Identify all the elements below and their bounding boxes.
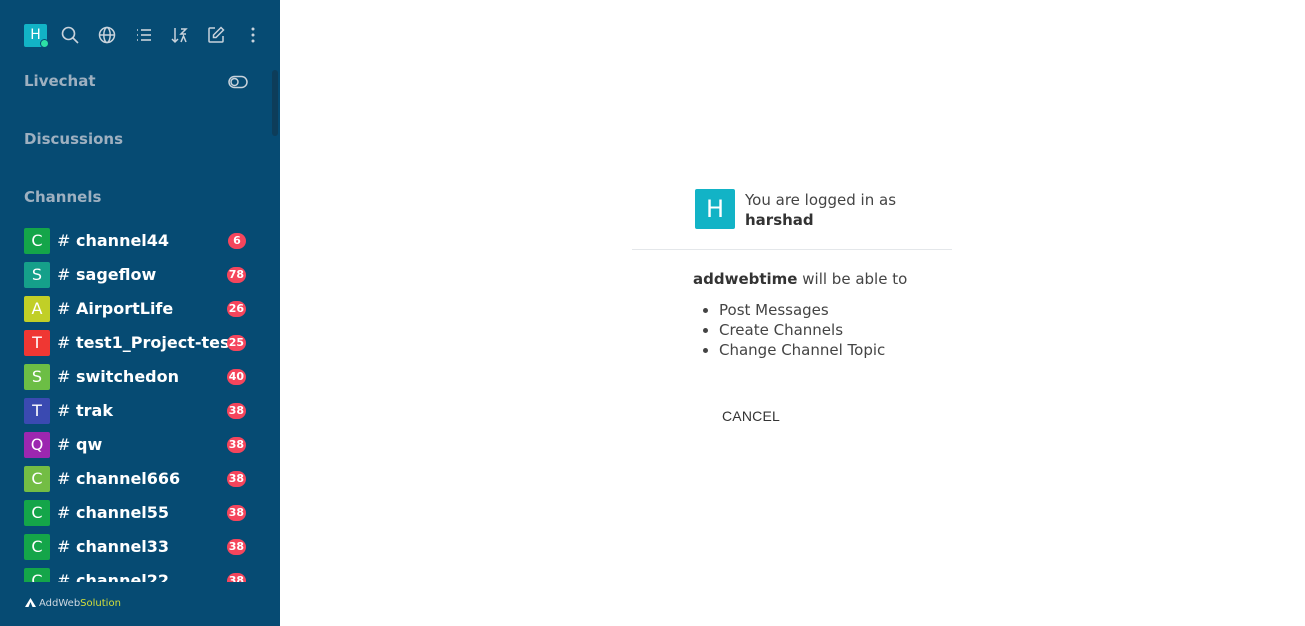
globe-icon[interactable]: [97, 25, 117, 45]
brand-name: AddWeb: [39, 598, 81, 609]
unread-badge: 38: [226, 505, 246, 521]
sidebar-toolbar: H: [24, 24, 264, 48]
app-name: addwebtime: [693, 270, 798, 288]
channel-name: channel55: [76, 503, 170, 522]
permission-item: Create Channels: [719, 320, 885, 340]
hash-icon: #: [57, 299, 71, 318]
channel-item[interactable]: T # test1_Project-test 25: [24, 329, 254, 363]
unread-badge: 25: [226, 335, 246, 351]
unread-badge: 38: [226, 539, 246, 555]
channel-list: C # channel44 6 S # sageflow 78 A # Airp…: [24, 227, 254, 582]
channel-name: trak: [76, 401, 113, 420]
channel-name: sageflow: [76, 265, 157, 284]
permission-intro-text: will be able to: [802, 270, 908, 288]
channel-name: switchedon: [76, 367, 179, 386]
avatar-letter: H: [30, 27, 41, 43]
unread-badge: 38: [226, 471, 246, 487]
permission-item: Post Messages: [719, 300, 885, 320]
cancel-button[interactable]: CANCEL: [714, 406, 788, 426]
channel-avatar: T: [24, 330, 50, 356]
username: harshad: [745, 211, 814, 229]
permission-item: Change Channel Topic: [719, 340, 885, 360]
hash-icon: #: [57, 367, 71, 386]
channel-item[interactable]: C # channel666 38: [24, 465, 254, 499]
logged-in-info: You are logged in as harshad: [745, 190, 896, 230]
section-title-livechat: Livechat: [24, 72, 96, 90]
channel-avatar: Q: [24, 432, 50, 458]
hash-icon: #: [57, 231, 71, 250]
hash-icon: #: [57, 401, 71, 420]
channel-item[interactable]: C # channel44 6: [24, 227, 254, 261]
channel-name: test1_Project-test: [76, 333, 238, 352]
channel-item[interactable]: C # channel22 38: [24, 567, 254, 582]
sidebar-scrollbar[interactable]: [272, 70, 278, 136]
channel-avatar: T: [24, 398, 50, 424]
user-avatar-button[interactable]: H: [24, 24, 49, 48]
section-title-channels: Channels: [24, 188, 102, 206]
section-title-discussions: Discussions: [24, 130, 124, 148]
hash-icon: #: [57, 503, 71, 522]
channel-avatar: C: [24, 228, 50, 254]
search-icon[interactable]: [60, 25, 80, 45]
channel-name: qw: [76, 435, 103, 454]
sort-icon[interactable]: [170, 25, 190, 45]
sidebar: H Livechat Discussions Channels C # chan…: [0, 0, 280, 626]
channel-item[interactable]: Q # qw 38: [24, 431, 254, 465]
hash-icon: #: [57, 435, 71, 454]
permission-intro: addwebtime will be able to: [693, 270, 907, 288]
more-vertical-icon[interactable]: [243, 25, 263, 45]
unread-badge: 6: [228, 233, 246, 249]
channel-name: channel44: [76, 231, 170, 250]
channel-avatar: C: [24, 466, 50, 492]
brand-name-accent: Solution: [80, 598, 121, 609]
channel-item[interactable]: T # trak 38: [24, 397, 254, 431]
channel-avatar: C: [24, 534, 50, 560]
unread-badge: 26: [226, 301, 246, 317]
channel-avatar: C: [24, 568, 50, 582]
channel-avatar: A: [24, 296, 50, 322]
channel-item[interactable]: A # AirportLife 26: [24, 295, 254, 329]
channel-name: AirportLife: [76, 299, 174, 318]
brand-footer: AddWebSolution: [25, 598, 121, 609]
unread-badge: 78: [226, 267, 246, 283]
avatar: H: [695, 189, 735, 229]
unread-badge: 38: [226, 573, 246, 582]
channel-name: channel33: [76, 537, 170, 556]
online-status-dot: [40, 39, 49, 48]
unread-badge: 38: [226, 403, 246, 419]
channel-item[interactable]: C # channel55 38: [24, 499, 254, 533]
channel-item[interactable]: C # channel33 38: [24, 533, 254, 567]
channel-avatar: S: [24, 364, 50, 390]
channel-avatar: S: [24, 262, 50, 288]
channel-item[interactable]: S # sageflow 78: [24, 261, 254, 295]
channel-name: channel666: [76, 469, 181, 488]
unread-badge: 40: [226, 369, 246, 385]
hash-icon: #: [57, 469, 71, 488]
hash-icon: #: [57, 537, 71, 556]
logged-in-label: You are logged in as: [745, 191, 897, 209]
channel-avatar: C: [24, 500, 50, 526]
brand-logo-icon: [25, 598, 36, 607]
list-icon[interactable]: [134, 25, 154, 45]
hash-icon: #: [57, 265, 71, 284]
hash-icon: #: [57, 333, 71, 352]
edit-icon[interactable]: [206, 25, 226, 45]
divider: [632, 249, 952, 250]
unread-badge: 38: [226, 437, 246, 453]
channel-item[interactable]: S # switchedon 40: [24, 363, 254, 397]
channel-name: channel22: [76, 571, 170, 582]
hash-icon: #: [57, 571, 71, 582]
toggle-icon[interactable]: [228, 74, 248, 89]
permission-list: Post Messages Create Channels Change Cha…: [700, 300, 885, 360]
